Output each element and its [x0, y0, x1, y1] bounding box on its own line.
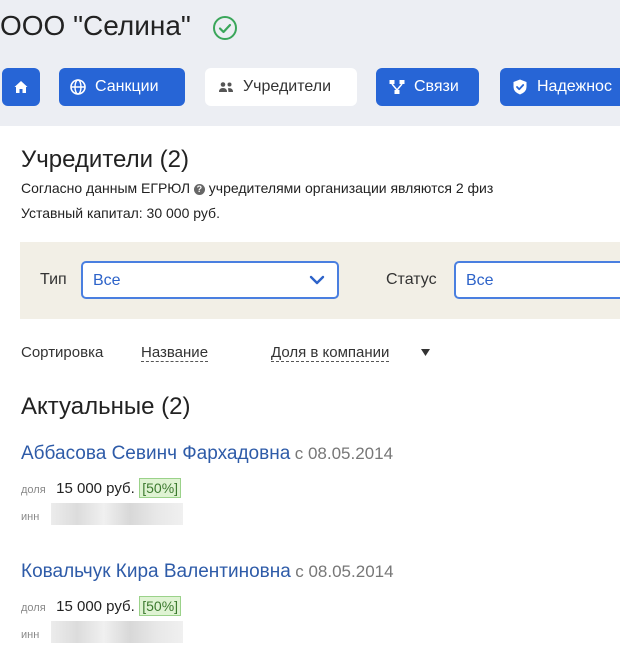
inn-label: инн [21, 511, 40, 523]
founder-share: доля 15 000 руб. [50%] [21, 596, 182, 616]
tab-sanctions-label: Санкции [95, 78, 159, 95]
founder-item: Аббасова Севинч Фархадовна с 08.05.2014 … [21, 443, 611, 525]
inn-row: инн [21, 621, 183, 643]
tab-connections[interactable]: Связи [376, 68, 479, 106]
authorized-capital: Уставный капитал: 30 000 руб. [21, 205, 220, 221]
tab-connections-label: Связи [414, 78, 459, 95]
founder-share: доля 15 000 руб. [50%] [21, 478, 182, 498]
founder-since-date: с 08.05.2014 [294, 444, 394, 463]
tab-reliability[interactable]: Надежнос [500, 68, 620, 106]
tab-founders-label: Учредители [243, 78, 332, 95]
share-label: доля [21, 484, 46, 496]
tab-founders[interactable]: Учредители [205, 68, 357, 106]
founder-name-link[interactable]: Ковальчук Кира Валентиновна [21, 561, 291, 582]
chevron-down-icon [309, 275, 325, 285]
network-icon [389, 80, 405, 94]
inn-label: инн [21, 629, 40, 641]
verified-check-icon [213, 16, 237, 40]
description-tail: учредителями организации являются 2 физ [208, 180, 494, 196]
founders-card: Учредители (2) Согласно данным ЕГРЮЛ ? у… [0, 126, 620, 651]
company-title: ООО "Селина" [0, 10, 191, 41]
filter-bar: Тип Все Статус Все [20, 242, 620, 319]
type-filter-label: Тип [40, 271, 67, 288]
founders-description: Согласно данным ЕГРЮЛ ? учредителями орг… [21, 180, 493, 196]
company-header: ООО "Селина" [0, 0, 620, 58]
share-amount: 15 000 руб. [56, 598, 135, 615]
share-percent-badge: [50%] [139, 596, 182, 616]
shield-icon [513, 79, 527, 95]
sort-by-share[interactable]: Доля в компании [271, 344, 390, 362]
inn-value-blurred [51, 503, 183, 525]
type-select-value: Все [93, 272, 121, 289]
description-lead: Согласно данным ЕГРЮЛ [21, 180, 191, 196]
info-icon[interactable]: ? [193, 184, 205, 195]
inn-value-blurred [51, 621, 183, 643]
sort-label: Сортировка [21, 344, 104, 361]
founder-item: Ковальчук Кира Валентиновна с 08.05.2014… [21, 561, 611, 643]
share-percent-badge: [50%] [139, 478, 182, 498]
tab-sanctions[interactable]: Санкции [59, 68, 185, 106]
inn-row: инн [21, 503, 183, 525]
status-select-value: Все [466, 272, 494, 289]
share-amount: 15 000 руб. [56, 480, 135, 497]
status-select[interactable]: Все [454, 261, 620, 299]
share-label: доля [21, 602, 46, 614]
founder-since-date: с 08.05.2014 [295, 562, 394, 581]
tab-home[interactable] [2, 68, 40, 106]
sort-by-name[interactable]: Название [141, 344, 209, 362]
founder-name-link[interactable]: Аббасова Севинч Фархадовна [21, 443, 290, 464]
section-tabs: Санкции Учредители Связи Надежнос [0, 68, 620, 108]
globe-icon [70, 79, 86, 95]
type-select[interactable]: Все [81, 261, 339, 299]
tab-reliability-label: Надежнос [537, 78, 612, 95]
status-filter-label: Статус [386, 271, 437, 288]
section-title: Учредители (2) [21, 146, 190, 173]
current-founders-title: Актуальные (2) [21, 393, 191, 420]
users-icon [219, 82, 233, 92]
home-icon [14, 81, 28, 93]
sort-desc-icon [421, 349, 430, 356]
